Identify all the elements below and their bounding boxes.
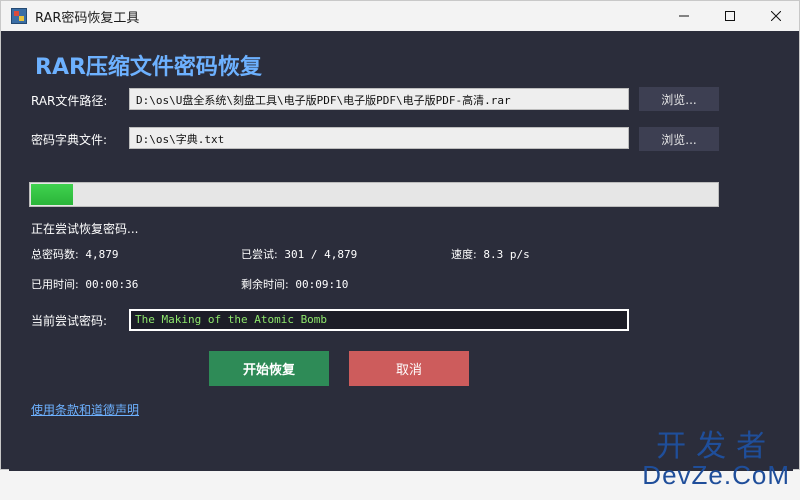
remaining-time-label: 剩余时间: [241,278,289,291]
status-message: 正在尝试恢复密码... [31,222,139,236]
speed: 速度: 8.3 p/s [451,246,530,262]
terms-link[interactable]: 使用条款和道德声明 [31,401,139,418]
title-bar: RAR密码恢复工具 [1,1,799,31]
elapsed-time: 已用时间: 00:00:36 [31,276,138,292]
app-icon [11,8,27,24]
cancel-button[interactable]: 取消 [349,351,469,386]
maximize-button[interactable] [707,1,753,31]
total-passwords: 总密码数: 4,879 [31,246,118,262]
app-window: RAR密码恢复工具 RAR压缩文件密码恢复 RAR文件路径: D:\os\U盘全… [0,0,800,471]
window-title: RAR密码恢复工具 [35,10,140,26]
tried-count-label: 已尝试: [241,248,278,261]
elapsed-time-value: 00:00:36 [85,278,139,291]
site-watermark: 开发者 DevZe.CoM [642,430,790,490]
current-password-label: 当前尝试密码: [31,314,108,328]
dictionary-label: 密码字典文件: [31,133,108,147]
window-controls [661,1,799,31]
elapsed-time-label: 已用时间: [31,278,79,291]
tried-count: 已尝试: 301 / 4,879 [241,246,357,262]
watermark-line2: DevZe.CoM [642,460,790,490]
speed-label: 速度: [451,248,477,261]
dictionary-browse-button[interactable]: 浏览... [639,127,719,151]
main-panel: RAR压缩文件密码恢复 RAR文件路径: D:\os\U盘全系统\刻盘工具\电子… [9,31,793,471]
total-passwords-value: 4,879 [85,248,119,261]
watermark-line1: 开发者 [656,430,777,463]
dictionary-path-field[interactable]: D:\os\字典.txt [129,127,629,149]
close-icon [771,11,781,21]
minimize-icon [679,15,689,17]
maximize-icon [725,11,735,21]
remaining-time: 剩余时间: 00:09:10 [241,276,348,292]
rar-browse-button[interactable]: 浏览... [639,87,719,111]
tried-count-value: 301 / 4,879 [284,248,358,261]
current-password-field[interactable]: The Making of the Atomic Bomb [129,309,629,331]
total-passwords-label: 总密码数: [31,248,79,261]
page-title: RAR压缩文件密码恢复 [35,55,262,80]
speed-value: 8.3 p/s [483,248,530,261]
rar-path-field[interactable]: D:\os\U盘全系统\刻盘工具\电子版PDF\电子版PDF\电子版PDF-高清… [129,88,629,110]
start-recovery-button[interactable]: 开始恢复 [209,351,329,386]
close-button[interactable] [753,1,799,31]
minimize-button[interactable] [661,1,707,31]
remaining-time-value: 00:09:10 [295,278,349,291]
rar-path-label: RAR文件路径: [31,94,108,108]
progress-bar-fill [31,184,73,205]
progress-bar [29,182,719,207]
